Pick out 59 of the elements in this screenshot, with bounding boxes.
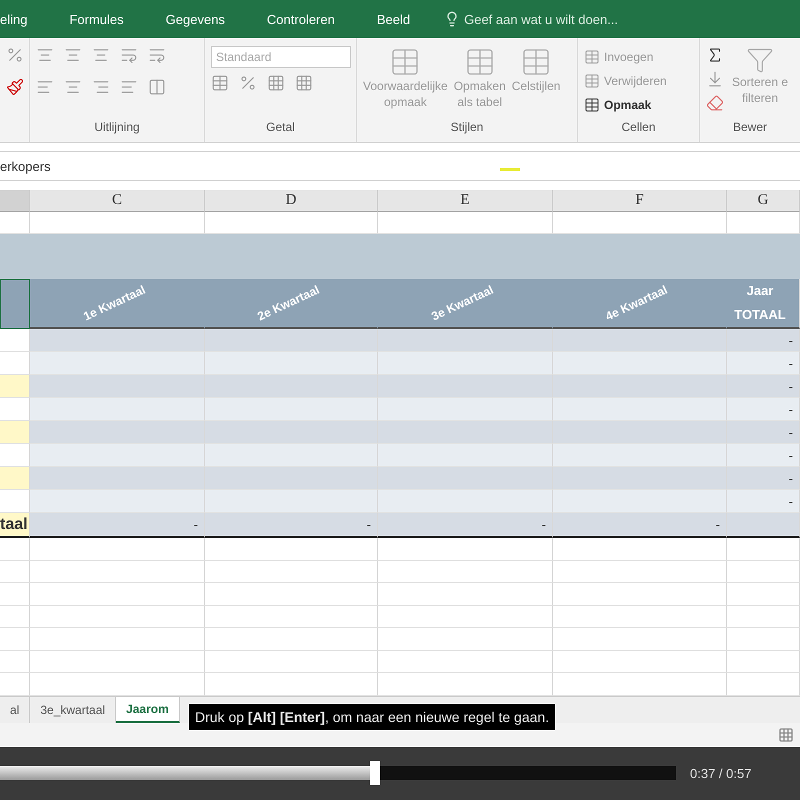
table-cell: - — [727, 444, 800, 467]
fill-icon[interactable] — [706, 70, 724, 88]
table-cell: - — [727, 490, 800, 513]
column-header[interactable]: F — [553, 190, 727, 212]
caption-tooltip: Druk op [Alt] [Enter], om naar een nieuwe regel te gaan. — [189, 704, 556, 730]
group-label: Cellen — [620, 120, 657, 136]
table-cell: - — [553, 513, 727, 538]
table-cell — [0, 212, 30, 234]
table-icon — [584, 73, 600, 89]
table-cell: - — [727, 398, 800, 421]
selected-cell[interactable] — [0, 279, 30, 329]
column-header[interactable]: C — [30, 190, 205, 212]
formula-bar[interactable]: erkopers — [0, 151, 800, 181]
table-cell: - — [30, 513, 205, 538]
sheet-tab[interactable]: Jaarom — [116, 696, 180, 722]
tell-me-field[interactable]: Geef aan wat u wilt doen... — [444, 11, 618, 27]
wrap-text-icon[interactable] — [148, 46, 166, 64]
group-label: Stijlen — [450, 120, 484, 136]
table-cell — [0, 606, 30, 628]
column-header[interactable]: E — [378, 190, 553, 212]
playback-time: 0:37 / 0:57 — [690, 766, 752, 781]
group-label: Getal — [265, 120, 296, 136]
ribbon-tab[interactable]: Formules — [55, 0, 138, 38]
table-cell: - — [378, 513, 553, 538]
group-label: Uitlijning — [93, 120, 141, 136]
table-cell: - — [727, 352, 800, 375]
column-header[interactable]: D — [205, 190, 378, 212]
table-cell — [0, 560, 30, 583]
ribbon-tab[interactable]: Beeld — [362, 0, 424, 38]
table-cell: - — [727, 467, 800, 490]
group-label: Bewer — [732, 120, 768, 136]
table-cell — [0, 650, 30, 673]
table-icon — [584, 49, 600, 65]
column-header[interactable] — [0, 190, 30, 212]
cells-button[interactable]: Opmaak — [584, 94, 652, 116]
filter-icon — [746, 46, 774, 74]
total-heading: Jaar TOTAAL — [734, 282, 786, 324]
table-cell — [0, 583, 30, 606]
eraser-icon[interactable] — [706, 94, 724, 112]
table-cell: taal — [0, 513, 30, 538]
table-cell: - — [727, 421, 800, 444]
table-icon — [584, 97, 600, 113]
align-right-icon[interactable] — [92, 78, 110, 96]
cursor-highlight — [500, 168, 520, 171]
ribbon-tab[interactable]: Gegevens — [152, 0, 239, 38]
table-cell: - — [727, 375, 800, 398]
table-cell — [0, 538, 30, 560]
progress-thumb[interactable] — [370, 761, 380, 786]
normal-view-icon[interactable] — [778, 726, 794, 742]
table-cell — [0, 234, 30, 279]
percent-icon[interactable] — [239, 74, 257, 92]
align-left-icon[interactable] — [36, 78, 54, 96]
table-cell — [0, 628, 30, 650]
ribbon-tab[interactable]: Controleren — [252, 0, 349, 38]
align-center-icon[interactable] — [64, 78, 82, 96]
ribbon-tab[interactable]: eling — [0, 0, 42, 38]
table-cell: - — [727, 329, 800, 352]
column-header[interactable]: G — [727, 190, 800, 212]
table-cell: - — [205, 513, 378, 538]
